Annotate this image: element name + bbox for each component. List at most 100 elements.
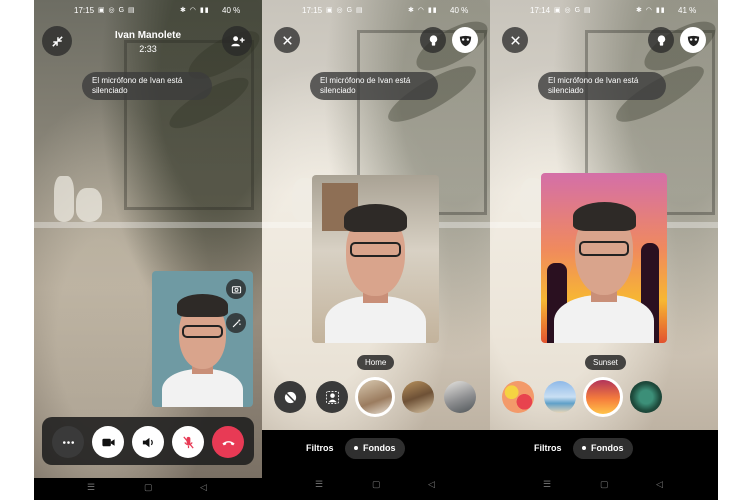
call-duration: 2:33 <box>139 44 157 54</box>
tab-backgrounds[interactable]: Fondos <box>573 438 633 459</box>
battery-level: 41 % <box>678 6 697 15</box>
tab-backgrounds-label: Fondos <box>591 443 624 453</box>
back-nav-button[interactable]: ◁ <box>428 479 435 490</box>
status-bar: 17:14 ▣ ◎ G ▤ ✱ ◠ ▮▮ 41 % <box>490 0 718 20</box>
self-preview <box>312 175 439 343</box>
system-icons: ✱ ◠ ▮▮ <box>636 7 666 14</box>
notification-icons: ▣ ◎ G ▤ <box>326 7 364 14</box>
back-nav-button[interactable]: ◁ <box>656 479 663 490</box>
shelf <box>34 222 262 228</box>
magic-wand-icon <box>232 318 241 327</box>
mask-icon <box>459 35 471 46</box>
minimize-icon <box>51 35 63 47</box>
screenshot-collage: 17:15 ▣ ◎ G ▤ ✱ ◠ ▮▮ 40 % Ivan Manolete … <box>0 0 750 500</box>
caller-info: Ivan Manolete 2:33 <box>94 30 202 54</box>
home-nav-button[interactable]: ▢ <box>144 482 153 493</box>
selected-dot <box>354 445 358 450</box>
tab-backgrounds[interactable]: Fondos <box>345 438 405 459</box>
mic-muted-toast: El micrófono de Ivan está silenciado <box>310 72 438 100</box>
tab-filters[interactable]: Filtros <box>525 438 571 459</box>
more-icon <box>62 440 74 444</box>
nav-bar: ☰ ▢ ◁ <box>490 466 718 500</box>
end-call-icon <box>221 440 235 445</box>
home-nav-button[interactable]: ▢ <box>372 479 381 490</box>
background-blur-icon <box>325 390 339 404</box>
lighting-button[interactable] <box>648 27 674 53</box>
lighting-button[interactable] <box>420 27 446 53</box>
masks-button[interactable] <box>680 27 706 53</box>
close-icon <box>282 35 292 45</box>
status-bar: 17:15 ▣ ◎ G ▤ ✱ ◠ ▮▮ 40 % <box>34 0 262 20</box>
effects-button[interactable] <box>226 313 246 333</box>
selected-dot <box>582 445 586 450</box>
back-nav-button[interactable]: ◁ <box>200 482 207 493</box>
lightbulb-icon <box>657 34 665 46</box>
notification-icons: ▣ ◎ G ▤ <box>98 7 136 14</box>
effects-screen: 17:14 ▣ ◎ G ▤ ✱ ◠ ▮▮ 41 % El micrófono d… <box>490 0 718 500</box>
video-camera-icon <box>101 438 115 446</box>
effect-name-label: Home <box>357 355 395 370</box>
mask-icon <box>687 35 699 46</box>
switch-camera-icon <box>231 285 241 293</box>
masks-button[interactable] <box>452 27 478 53</box>
menu-nav-button[interactable]: ☰ <box>87 482 95 493</box>
self-video <box>312 175 439 343</box>
status-time: 17:15 <box>74 6 95 15</box>
toast-line: silenciado <box>320 86 356 95</box>
vase <box>54 176 74 222</box>
switch-camera-button[interactable] <box>226 279 246 299</box>
no-effect-icon <box>284 391 296 403</box>
toast-line: El micrófono de Ivan está <box>92 76 183 85</box>
home-nav-button[interactable]: ▢ <box>600 479 609 490</box>
effects-screen: 17:15 ▣ ◎ G ▤ ✱ ◠ ▮▮ 40 % El micrófono d… <box>262 0 490 500</box>
notification-icons: ▣ ◎ G ▤ <box>554 7 592 14</box>
effect-blur[interactable] <box>316 381 348 413</box>
tab-filters[interactable]: Filtros <box>297 438 343 459</box>
close-button[interactable] <box>502 27 528 53</box>
minimize-button[interactable] <box>42 26 72 56</box>
speaker-button[interactable] <box>132 426 164 458</box>
system-icons: ✱ ◠ ▮▮ <box>180 7 210 14</box>
effect-sunset[interactable] <box>583 377 623 417</box>
mic-muted-toast: El micrófono de Ivan está silenciado <box>82 72 212 100</box>
effects-tabs: Filtros Fondos <box>262 430 490 466</box>
effect-home[interactable] <box>355 377 395 417</box>
nav-bar: ☰ ▢ ◁ <box>34 478 262 500</box>
close-icon <box>510 35 520 45</box>
nav-bar: ☰ ▢ ◁ <box>262 466 490 500</box>
toast-line: silenciado <box>548 86 584 95</box>
effect-name-label: Sunset <box>585 355 626 370</box>
mute-button[interactable] <box>172 426 204 458</box>
lightbulb-icon <box>429 34 437 46</box>
status-time: 17:14 <box>530 6 551 15</box>
system-icons: ✱ ◠ ▮▮ <box>408 7 438 14</box>
status-time: 17:15 <box>302 6 323 15</box>
call-controls <box>42 417 254 465</box>
status-bar: 17:15 ▣ ◎ G ▤ ✱ ◠ ▮▮ 40 % <box>262 0 490 20</box>
self-video <box>541 173 667 343</box>
video-toggle-button[interactable] <box>92 426 124 458</box>
call-screen: 17:15 ▣ ◎ G ▤ ✱ ◠ ▮▮ 40 % Ivan Manolete … <box>34 0 262 500</box>
end-call-button[interactable] <box>212 426 244 458</box>
battery-level: 40 % <box>450 6 469 15</box>
vase <box>76 188 102 222</box>
effects-tabs: Filtros Fondos <box>490 430 718 466</box>
effect-beach[interactable] <box>544 381 576 413</box>
effect-room[interactable] <box>444 381 476 413</box>
more-button[interactable] <box>52 426 84 458</box>
add-person-button[interactable] <box>222 26 252 56</box>
menu-nav-button[interactable]: ☰ <box>543 479 551 490</box>
toast-line: silenciado <box>92 86 128 95</box>
menu-nav-button[interactable]: ☰ <box>315 479 323 490</box>
add-person-icon <box>230 35 245 46</box>
effect-bookshelf[interactable] <box>402 381 434 413</box>
close-button[interactable] <box>274 27 300 53</box>
tab-backgrounds-label: Fondos <box>363 443 396 453</box>
effect-pattern[interactable] <box>502 381 534 413</box>
toast-line: El micrófono de Ivan está <box>320 76 411 85</box>
effect-none[interactable] <box>274 381 306 413</box>
mic-muted-toast: El micrófono de Ivan está silenciado <box>538 72 666 100</box>
effect-palm-leaves[interactable] <box>630 381 662 413</box>
speaker-icon <box>142 437 153 447</box>
toast-line: El micrófono de Ivan está <box>548 76 639 85</box>
